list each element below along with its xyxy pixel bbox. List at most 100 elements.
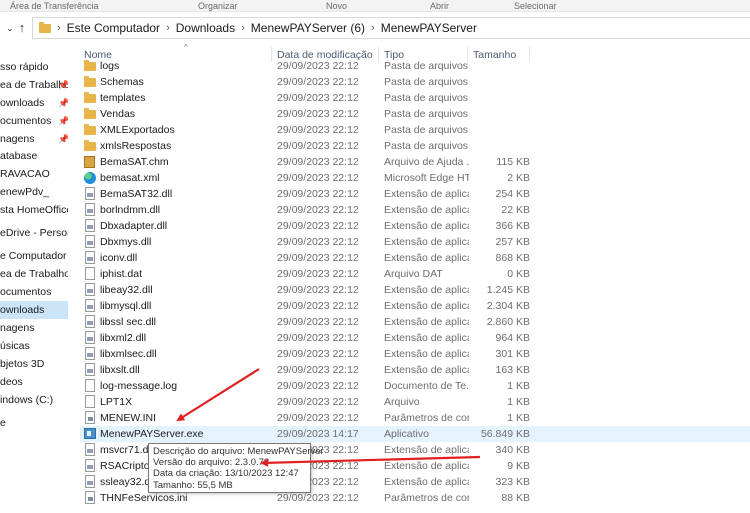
- file-date: 29/09/2023 22:12: [277, 412, 359, 424]
- chevron-right-icon[interactable]: ›: [241, 22, 245, 34]
- file-row[interactable]: BemaSAT32.dll 29/09/2023 22:12 Extensão de…: [80, 186, 750, 202]
- breadcrumb-menewpayserver[interactable]: MenewPAYServer: [381, 21, 477, 35]
- nav-item-3d-objects[interactable]: bjetos 3D: [0, 355, 68, 373]
- file-name: Schemas: [100, 76, 144, 88]
- file-type: Extensão de aplica...: [384, 332, 469, 344]
- nav-item-quick-access[interactable]: sso rápido: [0, 58, 68, 76]
- file-row[interactable]: libmysql.dll 29/09/2023 22:12 Extensão de …: [80, 298, 750, 314]
- file-row[interactable]: libxmlsec.dll 29/09/2023 22:12 Extensão de…: [80, 346, 750, 362]
- pin-icon: 📌: [58, 116, 68, 126]
- chevron-right-icon[interactable]: ›: [166, 22, 170, 34]
- file-row[interactable]: borlndmm.dll 29/09/2023 22:12 Extensão de …: [80, 202, 750, 218]
- file-row[interactable]: Dbxmys.dll 29/09/2023 22:12 Extensão de ap…: [80, 234, 750, 250]
- chm-icon: [84, 156, 95, 168]
- nav-item-label: ownloads: [0, 304, 45, 316]
- breadcrumb-this-pc[interactable]: Este Computador: [67, 21, 160, 35]
- edge-icon: [84, 172, 96, 184]
- nav-item-documents[interactable]: ocumentos: [0, 283, 68, 301]
- dll-icon: [85, 299, 95, 312]
- file-row[interactable]: libssl sec.dll 29/09/2023 22:12 Extensão d…: [80, 314, 750, 330]
- breadcrumb-menewpayserver-6[interactable]: MenewPAYServer (6): [251, 21, 365, 35]
- file-name: libeay32.dll: [100, 284, 153, 296]
- file-row[interactable]: log-message.log 29/09/2023 22:12 Documento…: [80, 378, 750, 394]
- file-row[interactable]: LPT1X 29/09/2023 22:12 Arquivo 1 KB: [80, 394, 750, 410]
- file-type: Extensão de aplica...: [384, 476, 469, 488]
- nav-item-homeoffice[interactable]: sta HomeOffice: [0, 201, 68, 219]
- address-bar[interactable]: › Este Computador › Downloads › MenewPAY…: [32, 17, 750, 39]
- tooltip-version: Versão do arquivo: 2.3.0.78: [153, 457, 270, 469]
- nav-item-downloads[interactable]: ownloads: [0, 301, 68, 319]
- nav-item-pictures-pinned[interactable]: nagens 📌: [0, 130, 68, 148]
- dll-icon: [85, 331, 95, 344]
- file-row[interactable]: XMLExportados 29/09/2023 22:12 Pasta de ar…: [80, 122, 750, 138]
- file-date: 29/09/2023 22:12: [277, 364, 359, 376]
- file-row[interactable]: logs 29/09/2023 22:12 Pasta de arquivos: [80, 58, 750, 74]
- nav-item-label: sso rápido: [0, 61, 49, 73]
- file-size: 2.304 KB: [486, 300, 530, 312]
- file-date: 29/09/2023 22:12: [277, 380, 359, 392]
- file-type: Parâmetros de con...: [384, 412, 469, 424]
- file-date: 29/09/2023 22:12: [277, 284, 359, 296]
- file-date: 29/09/2023 22:12: [277, 92, 359, 104]
- file-date: 29/09/2023 22:12: [277, 316, 359, 328]
- file-row[interactable]: iconv.dll 29/09/2023 22:12 Extensão de apl…: [80, 250, 750, 266]
- address-bar-row: ⌄ ↑ › Este Computador › Downloads › Mene…: [0, 12, 750, 44]
- file-type: Parâmetros de con...: [384, 492, 469, 504]
- file-type: Extensão de aplica...: [384, 236, 469, 248]
- nav-item-music[interactable]: úsicas: [0, 337, 68, 355]
- file-size: 1 KB: [507, 396, 530, 408]
- chevron-right-icon[interactable]: ›: [371, 22, 375, 34]
- file-row[interactable]: MenewPAYServer.exe 29/09/2023 14:17 Aplica…: [80, 426, 750, 442]
- nav-item-this-pc[interactable]: e Computador: [0, 247, 68, 265]
- dll-icon: [85, 235, 95, 248]
- file-type: Pasta de arquivos: [384, 76, 469, 88]
- nav-item-gravacao[interactable]: RAVACAO: [0, 165, 68, 183]
- file-size: 0 KB: [507, 268, 530, 280]
- folder-icon: [84, 124, 96, 135]
- ribbon-group-open: Abrir: [430, 1, 450, 11]
- nav-item-desktop-pinned[interactable]: ea de Trabalho 📌: [0, 76, 68, 94]
- file-name: bemasat.xml: [100, 172, 160, 184]
- nav-item-database[interactable]: atabase: [0, 147, 68, 165]
- chevron-right-icon[interactable]: ›: [57, 22, 61, 34]
- breadcrumb-downloads[interactable]: Downloads: [176, 21, 235, 35]
- file-size: 964 KB: [495, 332, 530, 344]
- file-size: 323 KB: [495, 476, 530, 488]
- file-size: 2.860 KB: [486, 316, 530, 328]
- file-name: libmysql.dll: [100, 300, 152, 312]
- nav-item-menewpdv[interactable]: enewPdv_: [0, 183, 68, 201]
- nav-item-pictures[interactable]: nagens: [0, 319, 68, 337]
- file-row[interactable]: iphist.dat 29/09/2023 22:12 Arquivo DAT 0 K…: [80, 266, 750, 282]
- file-row[interactable]: Dbxadapter.dll 29/09/2023 22:12 Extensão d…: [80, 218, 750, 234]
- nav-item-network[interactable]: e: [0, 414, 68, 432]
- file-name: log-message.log: [100, 380, 178, 392]
- nav-item-videos[interactable]: deos: [0, 373, 68, 391]
- file-row[interactable]: Vendas 29/09/2023 22:12 Pasta de arquivos: [80, 106, 750, 122]
- nav-item-desktop[interactable]: ea de Trabalho: [0, 265, 68, 283]
- ribbon-group-organize: Organizar: [198, 1, 238, 11]
- file-row[interactable]: libxml2.dll 29/09/2023 22:12 Extensão de a…: [80, 330, 750, 346]
- up-arrow-icon[interactable]: ↑: [15, 20, 29, 36]
- file-date: 29/09/2023 22:12: [277, 236, 359, 248]
- file-size: 257 KB: [495, 236, 530, 248]
- nav-item-documents-pinned[interactable]: ocumentos 📌: [0, 112, 68, 130]
- file-name: BemaSAT.chm: [100, 156, 169, 168]
- file-name: Dbxadapter.dll: [100, 220, 168, 232]
- file-name: libxmlsec.dll: [100, 348, 157, 360]
- file-row[interactable]: MENEW.INI 29/09/2023 22:12 Parâmetros de c…: [80, 410, 750, 426]
- file-row[interactable]: libeay32.dll 29/09/2023 22:12 Extensão de …: [80, 282, 750, 298]
- nav-item-label: ea de Trabalho: [0, 268, 68, 280]
- file-type: Extensão de aplica...: [384, 444, 469, 456]
- file-row[interactable]: BemaSAT.chm 29/09/2023 22:12 Arquivo de Aj…: [80, 154, 750, 170]
- file-row[interactable]: xmlsRespostas 29/09/2023 22:12 Pasta de ar…: [80, 138, 750, 154]
- nav-item-windows-c[interactable]: indows (C:): [0, 391, 68, 409]
- file-row[interactable]: Schemas 29/09/2023 22:12 Pasta de arquivos: [80, 74, 750, 90]
- nav-item-downloads-pinned[interactable]: ownloads 📌: [0, 94, 68, 112]
- file-name: libxml2.dll: [100, 332, 147, 344]
- file-row[interactable]: bemasat.xml 29/09/2023 22:12 Microsoft Edg…: [80, 170, 750, 186]
- ribbon-group-select: Selecionar: [514, 1, 557, 11]
- nav-item-label: indows (C:): [0, 394, 54, 406]
- file-row[interactable]: libxslt.dll 29/09/2023 22:12 Extensão de a…: [80, 362, 750, 378]
- nav-item-onedrive[interactable]: eDrive - Personal: [0, 224, 68, 242]
- file-row[interactable]: templates 29/09/2023 22:12 Pasta de arquiv…: [80, 90, 750, 106]
